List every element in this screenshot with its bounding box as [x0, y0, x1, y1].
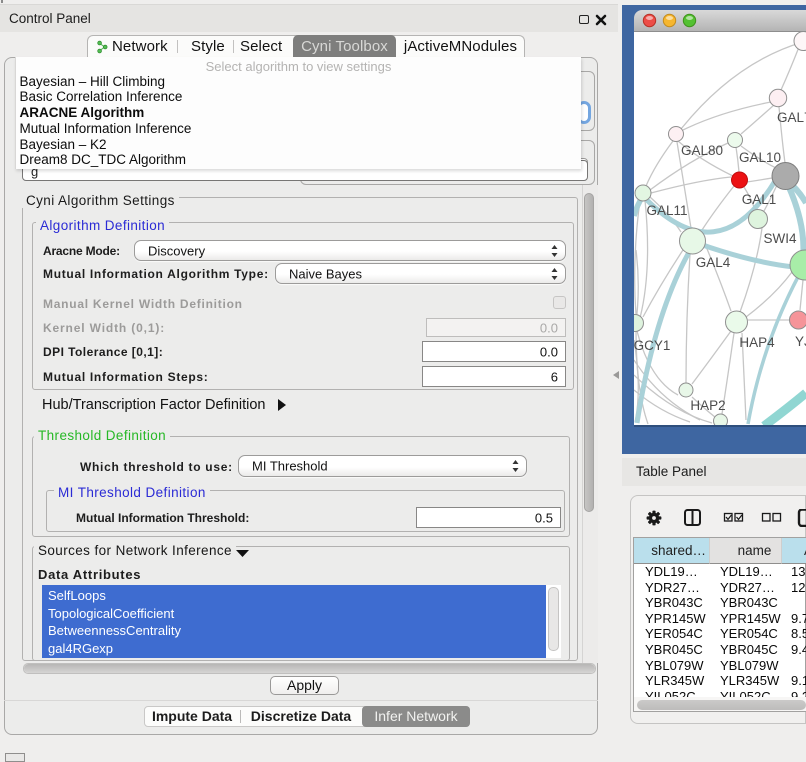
svg-text:GAL1: GAL1 [742, 192, 777, 207]
svg-text:GAL80: GAL80 [681, 143, 723, 158]
svg-text:HAP2: HAP2 [690, 398, 725, 413]
svg-text:GAL10: GAL10 [739, 150, 781, 165]
svg-text:GAL7: GAL7 [777, 110, 806, 125]
svg-text:GAL11: GAL11 [646, 203, 687, 218]
svg-text:SWI4: SWI4 [763, 231, 796, 246]
svg-text:GCY1: GCY1 [634, 338, 670, 353]
svg-text:GAL4: GAL4 [696, 255, 731, 270]
svg-text:HAP4: HAP4 [739, 335, 775, 350]
svg-text:YJL0: YJL0 [795, 334, 806, 349]
